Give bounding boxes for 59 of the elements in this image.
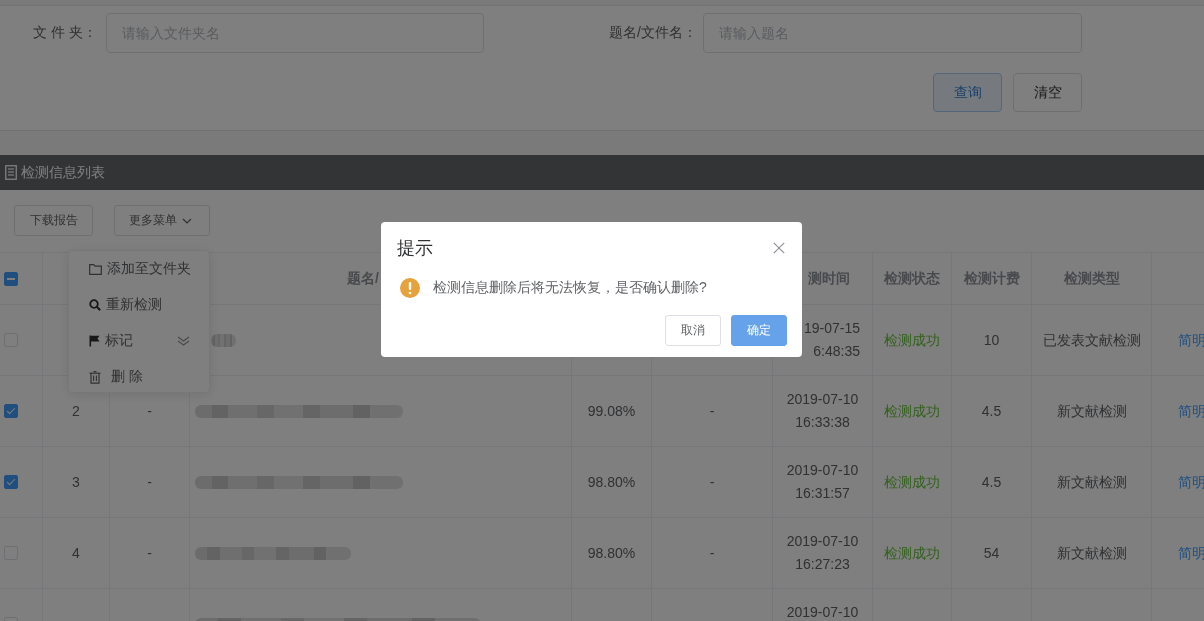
report-link[interactable]: 简明	[1178, 541, 1204, 565]
table-cell-text: 98.80%	[587, 472, 636, 492]
table-cell-text: 已发表文献检测	[1042, 330, 1141, 350]
menu-item[interactable]: 标记	[69, 323, 209, 359]
table-cell-text: 2019-07-10 16:33:38	[786, 390, 859, 432]
table-cell-text: 10	[983, 330, 1000, 350]
row-number: 3	[72, 472, 80, 492]
row-checkbox[interactable]	[4, 475, 18, 489]
blurred-title	[211, 333, 236, 347]
dialog-message: 检测信息删除后将无法恢复，是否确认删除?	[433, 279, 707, 297]
close-icon[interactable]	[773, 242, 785, 254]
dialog-title: 提示	[397, 237, 433, 259]
menu-item[interactable]: 添加至文件夹	[69, 251, 209, 287]
search-icon	[89, 299, 101, 311]
table-cell-text: -	[709, 543, 715, 563]
download-report-button[interactable]: 下载报告	[14, 205, 93, 236]
query-button[interactable]: 查询	[933, 73, 1002, 112]
filter-label: 文 件 夹：	[33, 24, 98, 42]
table-cell-text: -	[147, 472, 152, 492]
warning-icon	[400, 278, 420, 298]
table-cell-text: 新文献检测	[1056, 543, 1127, 563]
table-cell-text: 新文献检测	[1056, 401, 1127, 421]
folder-icon	[89, 263, 102, 275]
row-number: 2	[72, 401, 80, 421]
table-cell-text: -	[709, 472, 715, 492]
table-cell-text: 2019-07-10 16:27:23	[786, 532, 859, 574]
trash-icon	[89, 370, 101, 384]
table-cell-text: 新文献检测	[1056, 472, 1127, 492]
table-cell-text: 99.08%	[587, 401, 636, 421]
status-text: 检测成功	[884, 543, 940, 563]
row-checkbox[interactable]	[4, 404, 18, 418]
more-menu-button[interactable]: 更多菜单	[114, 205, 210, 236]
table-cell-text: 19-07-15 6:48:35	[803, 319, 860, 361]
report-link[interactable]: 简明	[1178, 399, 1204, 423]
table-cell-text: 4.5	[981, 472, 1002, 492]
table-cell-text: -	[147, 543, 152, 563]
report-link[interactable]: 简明	[1178, 470, 1204, 494]
table-cell-text: 2019-07-10	[786, 603, 859, 621]
panel-title: 检测信息列表	[21, 163, 105, 182]
table-cell-text: 98.80%	[587, 543, 636, 563]
menu-item[interactable]: 删 除	[69, 359, 209, 395]
filter-label: 题名/文件名：	[609, 24, 698, 42]
row-number: 4	[72, 543, 80, 563]
menu-item[interactable]: 重新检测	[69, 287, 209, 323]
clear-button[interactable]: 清空	[1013, 73, 1082, 112]
status-text: 检测成功	[884, 401, 940, 421]
status-text: 检测成功	[884, 330, 940, 350]
select-all-checkbox[interactable]	[4, 271, 18, 286]
table-cell-text: -	[709, 401, 715, 421]
table-cell-text: 54	[983, 543, 1000, 563]
document-icon	[5, 165, 17, 180]
status-text: 检测成功	[884, 472, 940, 492]
cancel-button[interactable]: 取消	[665, 315, 721, 346]
report-link[interactable]: 简明	[1178, 328, 1204, 352]
table-cell-text: 2019-07-10 16:31:57	[786, 461, 859, 503]
table-cell-text: 4.5	[981, 401, 1002, 421]
flag-icon	[89, 335, 100, 347]
table-cell-text: -	[147, 401, 152, 421]
confirm-button[interactable]: 确定	[731, 315, 787, 346]
